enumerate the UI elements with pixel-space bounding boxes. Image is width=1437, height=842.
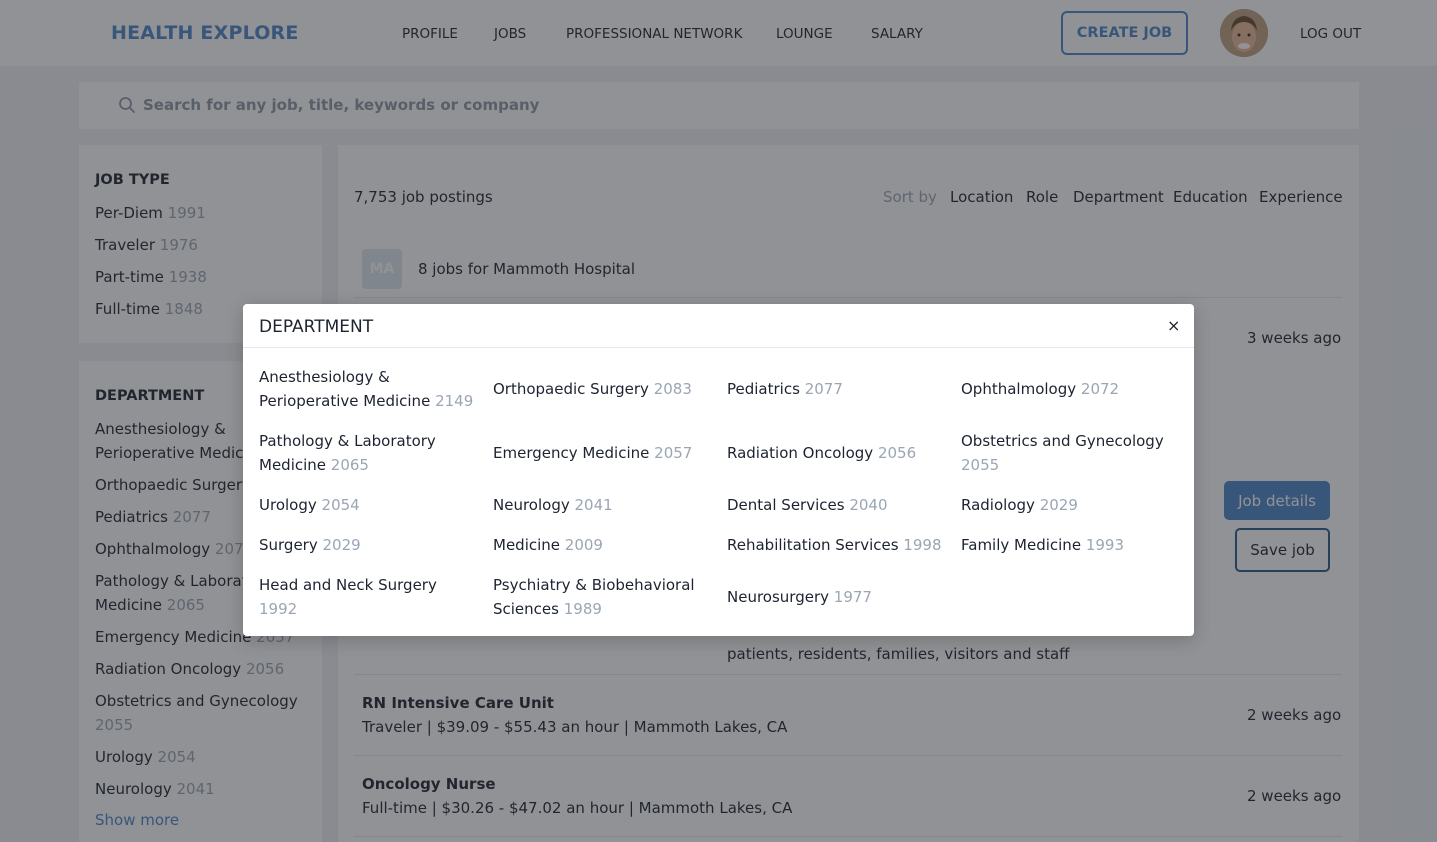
department-option[interactable]: Medicine 2009 (493, 533, 708, 557)
department-option[interactable]: Surgery 2029 (259, 533, 474, 557)
department-option[interactable]: Rehabilitation Services 1998 (727, 533, 942, 557)
department-option[interactable]: Neurology 2041 (493, 493, 708, 517)
department-option[interactable]: Radiation Oncology 2056 (727, 429, 942, 477)
department-option[interactable]: Pediatrics 2077 (727, 365, 942, 413)
department-option[interactable]: Emergency Medicine 2057 (493, 429, 708, 477)
department-option[interactable]: Pathology & Laboratory Medicine 2065 (259, 429, 474, 477)
department-option[interactable]: Neurosurgery 1977 (727, 573, 942, 621)
department-option[interactable]: Obstetrics and Gynecology 2055 (961, 429, 1176, 477)
department-option[interactable]: Family Medicine 1993 (961, 533, 1176, 557)
department-option[interactable]: Ophthalmology 2072 (961, 365, 1176, 413)
close-icon[interactable]: × (1167, 316, 1180, 335)
department-modal: DEPARTMENT × Anesthesiology & Perioperati… (243, 304, 1194, 636)
department-option[interactable]: Anesthesiology & Perioperative Medicine 2… (259, 365, 474, 413)
department-option[interactable]: Radiology 2029 (961, 493, 1176, 517)
department-option[interactable]: Orthopaedic Surgery 2083 (493, 365, 708, 413)
modal-title: DEPARTMENT (259, 317, 374, 337)
department-option[interactable]: Dental Services 2040 (727, 493, 942, 517)
department-option[interactable]: Head and Neck Surgery 1992 (259, 573, 474, 621)
modal-divider (243, 347, 1194, 348)
department-option[interactable]: Urology 2054 (259, 493, 474, 517)
department-option[interactable]: Psychiatry & Biobehavioral Sciences 1989 (493, 573, 708, 621)
